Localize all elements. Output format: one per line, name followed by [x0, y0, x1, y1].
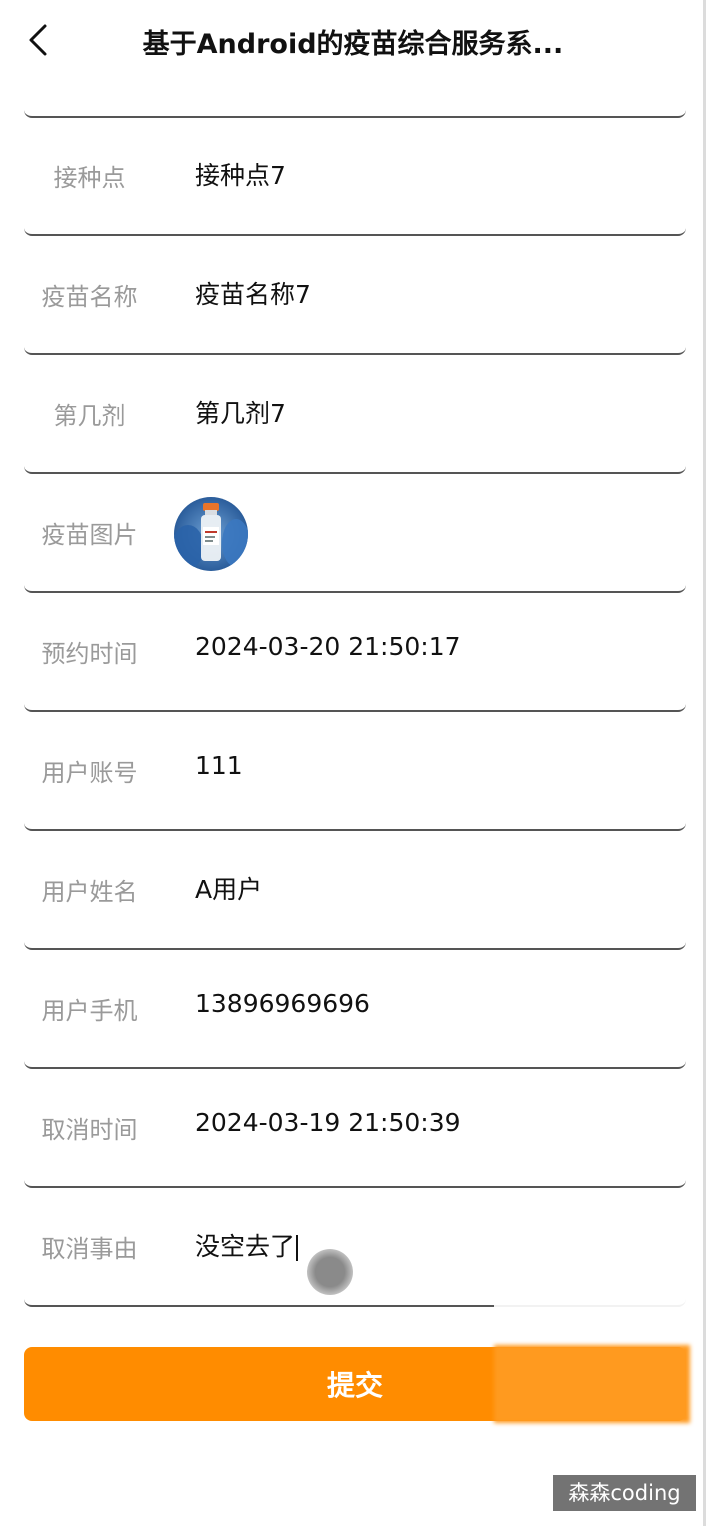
field-value: 111: [195, 751, 243, 780]
field-label: 接种点: [53, 164, 126, 192]
field-value: 2024-03-20 21:50:17: [195, 632, 461, 661]
field-label: 用户手机: [41, 997, 138, 1025]
vaccine-vial-image: [174, 497, 248, 571]
field-label: 预约时间: [41, 640, 138, 668]
page-title: 基于Android的疫苗综合服务系...: [142, 29, 564, 60]
field-value: A用户: [195, 875, 263, 904]
app-header: 基于Android的疫苗综合服务系...: [0, 0, 706, 88]
form-row-cancel-reason: 取消事由 没空去了: [24, 1189, 686, 1307]
watermark: 森森coding: [553, 1475, 696, 1511]
form-row-dose-number: 第几剂 第几剂7: [24, 356, 686, 474]
field-value: 疫苗名称7: [195, 280, 311, 309]
field-value: 第几剂7: [195, 399, 286, 428]
cancel-reason-text: 没空去了: [195, 1232, 296, 1261]
vaccine-image-thumbnail[interactable]: [174, 497, 248, 571]
back-button[interactable]: [18, 18, 58, 62]
field-value: 13896969696: [195, 989, 370, 1018]
form-row-cancel-time: 取消时间 2024-03-19 21:50:39: [24, 1070, 686, 1188]
form-row-user-phone: 用户手机 13896969696: [24, 951, 686, 1069]
touch-indicator: [307, 1249, 353, 1295]
cancel-reason-input[interactable]: 没空去了: [195, 1227, 299, 1263]
field-label: 取消时间: [41, 1116, 138, 1144]
field-value: 接种点7: [195, 161, 286, 190]
field-label: 用户姓名: [41, 878, 138, 906]
form-row-user-name: 用户姓名 A用户: [24, 832, 686, 950]
form-row-vaccination-site: 接种点 接种点7: [24, 118, 686, 236]
field-value: 2024-03-19 21:50:39: [195, 1108, 461, 1137]
form-row-vaccine-name: 疫苗名称 疫苗名称7: [24, 237, 686, 355]
chevron-left-icon: [29, 24, 47, 56]
field-label: 用户账号: [41, 759, 138, 787]
field-label: 取消事由: [41, 1235, 138, 1263]
form-row-vaccine-image: 疫苗图片: [24, 475, 686, 593]
form-row-appointment-time: 预约时间 2024-03-20 21:50:17: [24, 594, 686, 712]
field-label: 疫苗名称: [41, 283, 138, 311]
field-label: 疫苗图片: [41, 521, 138, 549]
text-cursor: [296, 1235, 299, 1261]
form-row-user-account: 用户账号 111: [24, 713, 686, 831]
vaccine-cancel-form-screen: 接种点 接种点7 疫苗名称 疫苗名称7 第几剂 第几剂7 疫苗图片 预约时间 2…: [0, 0, 706, 1526]
submit-button[interactable]: 提交: [24, 1347, 686, 1421]
field-label: 第几剂: [53, 402, 126, 430]
